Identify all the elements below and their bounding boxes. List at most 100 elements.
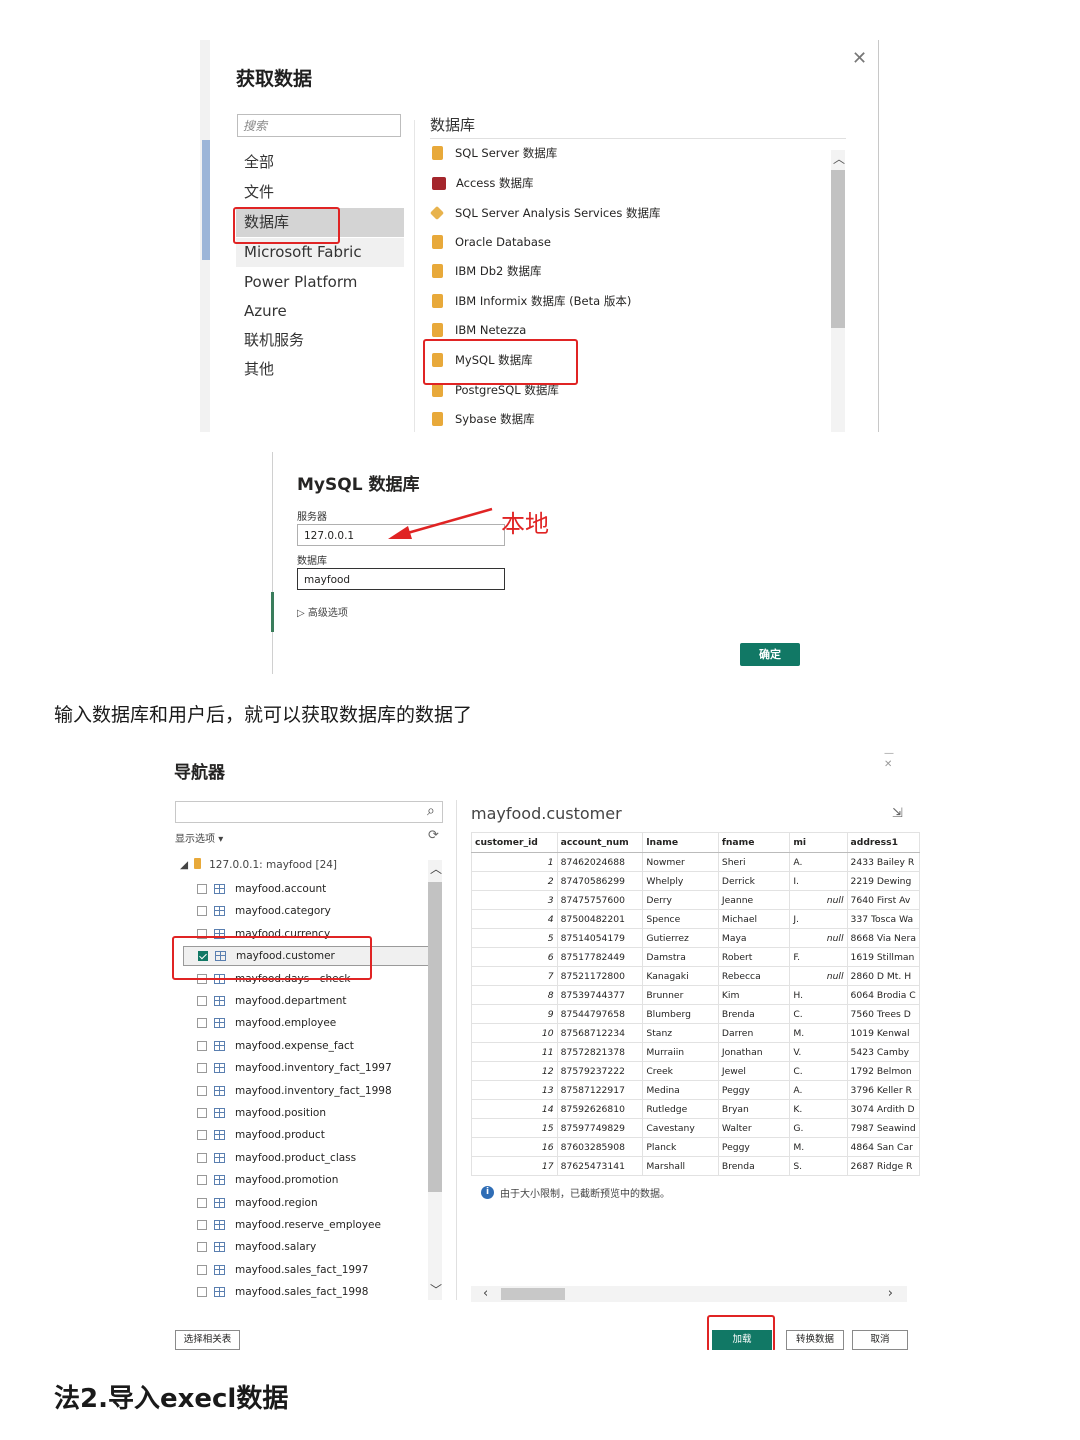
table-item[interactable]: mayfood.product_class — [197, 1148, 356, 1168]
ok-button[interactable]: 确定 — [740, 643, 800, 666]
table-item-label: mayfood.promotion — [235, 1174, 339, 1187]
checkbox-icon[interactable] — [197, 1220, 207, 1230]
display-options-dropdown[interactable]: 显示选项 ▾ — [175, 830, 223, 845]
table-list-scrollbar[interactable]: ︿ ﹀ — [428, 860, 442, 1300]
checkbox-icon[interactable] — [197, 1264, 207, 1275]
column-header[interactable]: mi — [789, 832, 848, 853]
chevron-left-icon[interactable]: ‹ — [483, 1286, 488, 1301]
collapse-icon[interactable]: ◢ — [180, 859, 188, 871]
chevron-down-icon[interactable]: ﹀ — [430, 1281, 442, 1298]
table-item[interactable]: mayfood.product — [197, 1125, 325, 1145]
table-item[interactable]: mayfood.sales_fact_1997 — [197, 1260, 368, 1280]
table-row: 7 87521172800 Kanagaki Rebecca null 2860 D Mt… — [471, 966, 920, 986]
column-header[interactable]: lname — [642, 832, 719, 853]
table-cell: Derry — [642, 890, 719, 910]
checkbox-icon[interactable] — [197, 1175, 207, 1186]
checkbox-icon[interactable] — [197, 1085, 207, 1096]
category-online-services[interactable]: 联机服务 — [236, 326, 404, 355]
table-item[interactable]: mayfood.region — [197, 1193, 318, 1213]
table-cell: Walter — [717, 1118, 791, 1138]
table-item[interactable]: mayfood.reserve_employee — [197, 1215, 381, 1235]
table-cell: V. — [789, 1042, 848, 1062]
connector-sql-server[interactable]: SQL Server 数据库 — [432, 142, 557, 164]
column-header[interactable]: fname — [717, 832, 791, 853]
connector-label: Oracle Database — [455, 235, 551, 249]
category-other[interactable]: 其他 — [236, 355, 404, 384]
cylinder-icon — [432, 294, 443, 308]
checkbox-icon[interactable] — [197, 1040, 207, 1051]
table-item[interactable]: mayfood.sales_fact_1998 — [197, 1282, 368, 1302]
dialog-title: MySQL 数据库 — [297, 475, 420, 495]
chevron-right-icon[interactable]: › — [888, 1286, 893, 1301]
scrollbar-thumb[interactable] — [428, 882, 442, 1192]
table-item-label: mayfood.position — [235, 1107, 327, 1119]
checkbox-icon[interactable] — [197, 1242, 207, 1253]
column-header[interactable]: address1 — [846, 832, 920, 853]
category-all[interactable]: 全部 — [236, 148, 404, 177]
truncation-notice-text: 由于大小限制，已截断预览中的数据。 — [500, 1189, 670, 1200]
scrollbar-thumb[interactable] — [501, 1288, 565, 1300]
connector-access[interactable]: Access 数据库 — [432, 172, 534, 194]
search-icon[interactable]: ⌕ — [427, 803, 435, 819]
advanced-options-toggle[interactable]: ▷ 高级选项 — [297, 604, 348, 619]
advanced-options-label: 高级选项 — [307, 608, 348, 619]
database-input[interactable]: mayfood — [297, 568, 505, 590]
scrollbar-thumb[interactable] — [831, 170, 845, 328]
checkbox-icon[interactable] — [197, 1018, 207, 1029]
connector-label: SQL Server Analysis Services 数据库 — [455, 206, 661, 220]
column-header[interactable]: customer_id — [471, 832, 558, 853]
close-icon[interactable]: ✕ — [852, 48, 867, 69]
tree-root[interactable]: ◢ 127.0.0.1: mayfood [24] — [180, 858, 337, 871]
connector-scrollbar[interactable]: ︿ — [831, 150, 845, 432]
checkbox-icon[interactable] — [197, 1197, 207, 1208]
checkbox-icon[interactable] — [197, 1130, 207, 1141]
checkbox-icon[interactable] — [197, 996, 207, 1006]
refresh-icon[interactable]: ⟳ — [428, 828, 439, 843]
connector-ibm-netezza[interactable]: IBM Netezza — [432, 319, 526, 341]
highlight-box — [172, 936, 372, 980]
search-input[interactable] — [175, 801, 443, 823]
checkbox-icon[interactable] — [197, 884, 207, 894]
column-header[interactable]: account_num — [556, 832, 644, 853]
preview-horizontal-scrollbar[interactable]: ‹ › — [471, 1286, 907, 1302]
connector-oracle[interactable]: Oracle Database — [432, 231, 551, 253]
checkbox-icon[interactable] — [197, 1108, 207, 1118]
highlight-box — [707, 1315, 775, 1352]
table-cell: 14 — [471, 1099, 558, 1119]
checkbox-icon[interactable] — [197, 1063, 207, 1074]
checkbox-icon[interactable] — [197, 1287, 207, 1298]
connector-sybase[interactable]: Sybase 数据库 — [432, 408, 535, 430]
table-item[interactable]: mayfood.inventory_fact_1998 — [197, 1081, 392, 1101]
table-item[interactable]: mayfood.inventory_fact_1997 — [197, 1058, 392, 1078]
table-item[interactable]: mayfood.expense_fact — [197, 1036, 354, 1056]
transform-data-button[interactable]: 转换数据 — [786, 1330, 844, 1350]
table-item[interactable]: mayfood.salary — [197, 1237, 316, 1257]
category-power-platform[interactable]: Power Platform — [236, 268, 404, 297]
chevron-up-icon[interactable]: ︿ — [430, 860, 442, 877]
table-item[interactable]: mayfood.department — [197, 991, 347, 1011]
table-cell: 7560 Trees D — [846, 1004, 920, 1024]
table-cell: 87597749829 — [556, 1118, 644, 1138]
table-item[interactable]: mayfood.account — [197, 879, 326, 899]
search-input[interactable]: 搜索 — [237, 114, 401, 137]
table-cell: S. — [789, 1156, 848, 1176]
window-controls[interactable]: —✕ — [884, 748, 920, 770]
connector-ibm-db2[interactable]: IBM Db2 数据库 — [432, 260, 542, 282]
connector-ssas[interactable]: SQL Server Analysis Services 数据库 — [429, 202, 661, 224]
table-cell: Whelply — [642, 871, 719, 891]
chevron-up-icon[interactable]: ︿ — [833, 150, 845, 167]
category-file[interactable]: 文件 — [236, 178, 404, 207]
table-item[interactable]: mayfood.employee — [197, 1013, 336, 1033]
checkbox-icon[interactable] — [197, 906, 207, 917]
export-icon[interactable]: ⇲ — [892, 806, 903, 821]
table-item[interactable]: mayfood.category — [197, 901, 331, 921]
connector-ibm-informix[interactable]: IBM Informix 数据库 (Beta 版本) — [432, 290, 631, 312]
cancel-button[interactable]: 取消 — [852, 1330, 908, 1350]
table-item[interactable]: mayfood.position — [197, 1103, 326, 1123]
table-item[interactable]: mayfood.promotion — [197, 1170, 338, 1190]
select-related-tables-button[interactable]: 选择相关表 — [175, 1330, 240, 1350]
checkbox-icon[interactable] — [197, 1152, 207, 1163]
category-azure[interactable]: Azure — [236, 297, 404, 326]
table-cell: 17 — [471, 1156, 558, 1176]
table-cell: 87539744377 — [556, 985, 644, 1005]
